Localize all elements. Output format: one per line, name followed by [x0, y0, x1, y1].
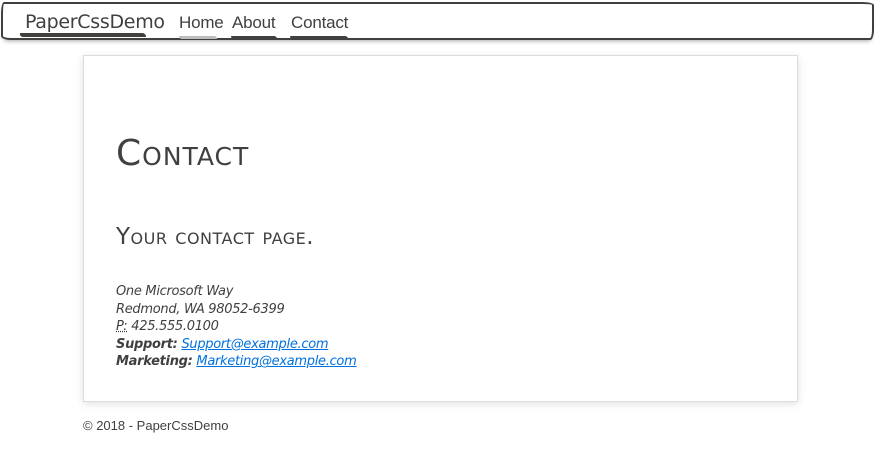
- nav-contact-underline: [290, 36, 348, 39]
- address-support-line: Support: Support@example.com: [116, 336, 356, 354]
- brand-underline: [20, 33, 146, 37]
- nav-about-underline: [231, 36, 277, 39]
- support-label: Support:: [116, 336, 178, 352]
- nav-item-home[interactable]: Home: [179, 12, 224, 34]
- address-marketing-line: Marketing: Marketing@example.com: [116, 353, 357, 371]
- phone-number: 425.555.0100: [131, 319, 219, 335]
- nav-item-contact[interactable]: Contact: [291, 12, 348, 34]
- nav-item-about[interactable]: About: [232, 12, 276, 34]
- page-title: Contact: [116, 133, 250, 174]
- footer-copyright: © 2018 - PaperCssDemo: [83, 418, 229, 433]
- support-email-link[interactable]: Support@example.com: [181, 337, 328, 352]
- brand-link[interactable]: PaperCssDemo: [25, 10, 165, 34]
- marketing-label: Marketing:: [116, 354, 193, 370]
- content-card: Contact Your contact page. One Microsoft…: [83, 55, 798, 402]
- marketing-email-link[interactable]: Marketing@example.com: [196, 354, 356, 369]
- footer: © 2018 - PaperCssDemo: [83, 417, 228, 435]
- address-street: One Microsoft Way: [116, 284, 234, 299]
- address-phone-line: P: 425.555.0100: [116, 318, 356, 336]
- contact-address: One Microsoft Way Redmond, WA 98052-6399…: [116, 283, 357, 371]
- page-subtitle: Your contact page.: [116, 224, 315, 250]
- nav-home-underline: [179, 36, 217, 39]
- address-city: Redmond, WA 98052-6399: [116, 301, 285, 317]
- phone-abbr: P:: [116, 319, 128, 335]
